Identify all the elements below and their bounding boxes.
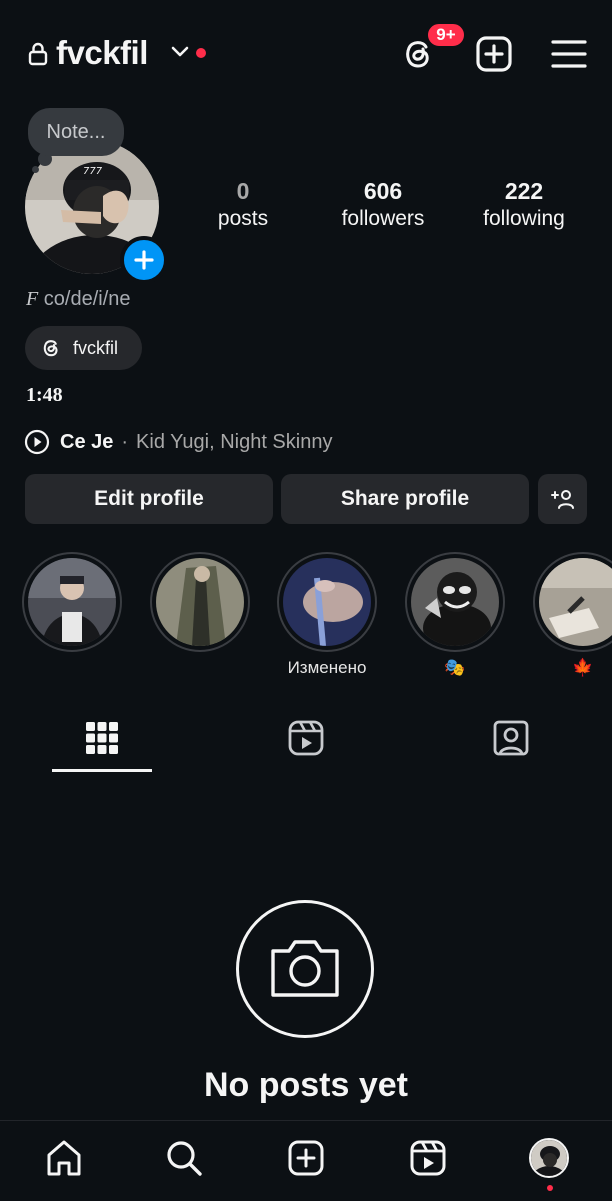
posts-stat: 0 posts — [173, 178, 313, 231]
highlight-label: 🎭 — [444, 658, 466, 677]
music-separator: · — [121, 430, 129, 453]
profile-notification-dot — [547, 1185, 553, 1191]
new-post-icon[interactable] — [474, 34, 514, 74]
note-bubble[interactable]: Note... — [28, 108, 124, 156]
posts-count: 0 — [236, 178, 250, 204]
highlight-cover — [539, 558, 612, 646]
profile-music[interactable]: Ce Je · Kid Yugi, Night Skinny — [24, 429, 332, 455]
highlight-cover — [28, 558, 116, 646]
song-artists: Kid Yugi, Night Skinny — [136, 430, 333, 453]
threads-icon — [43, 340, 58, 357]
tagged-tab-icon[interactable] — [491, 718, 531, 758]
search-icon[interactable] — [164, 1138, 204, 1178]
lock-icon — [28, 42, 48, 66]
following-label: following — [483, 207, 565, 230]
reels-icon[interactable] — [408, 1138, 448, 1178]
home-icon[interactable] — [44, 1138, 84, 1178]
profile-username[interactable]: fvckfil — [56, 34, 148, 72]
highlight-label: Изменено — [287, 658, 367, 677]
empty-state-title: No posts yet — [203, 1066, 409, 1104]
highlight-label: 🍁 — [572, 658, 594, 677]
profile-display-name: F co/de/i/ne — [26, 288, 131, 311]
notification-badge: 9+ — [426, 22, 466, 48]
edit-profile-button[interactable]: Edit profile — [25, 474, 273, 524]
followers-label: followers — [341, 207, 425, 230]
play-circle-icon — [24, 429, 50, 455]
name-prefix: F — [26, 288, 39, 310]
add-person-icon — [550, 490, 574, 509]
reels-tab-icon[interactable] — [286, 718, 326, 758]
followers-stat[interactable]: 606 followers — [313, 178, 453, 231]
discover-people-button[interactable] — [538, 474, 587, 524]
chevron-down-icon[interactable] — [170, 44, 190, 60]
camera-icon — [271, 940, 339, 997]
story-highlight[interactable] — [533, 552, 612, 652]
profile-thumbnail — [531, 1140, 567, 1176]
following-stat[interactable]: 222 following — [454, 178, 594, 231]
plus-icon — [134, 250, 154, 270]
story-highlight[interactable] — [405, 552, 505, 652]
active-tab-indicator — [52, 769, 152, 772]
story-highlight[interactable] — [150, 552, 250, 652]
followers-count: 606 — [363, 178, 403, 204]
highlight-cover — [411, 558, 499, 646]
story-highlight[interactable] — [22, 552, 122, 652]
highlight-cover — [156, 558, 244, 646]
svg-text:777: 777 — [83, 166, 103, 177]
profile-nav-avatar[interactable] — [529, 1138, 569, 1178]
menu-icon[interactable] — [550, 36, 588, 72]
empty-camera-circle — [236, 900, 374, 1038]
following-count: 222 — [504, 178, 544, 204]
share-profile-button[interactable]: Share profile — [281, 474, 529, 524]
note-bubble-tail — [32, 166, 39, 173]
account-notification-dot — [196, 48, 206, 58]
grid-tab-icon[interactable] — [82, 718, 122, 758]
threads-handle: fvckfil — [73, 337, 118, 358]
name-rest: co/de/i/ne — [38, 288, 131, 310]
threads-profile-link[interactable]: fvckfil — [25, 326, 142, 370]
bio-text: 1:48 — [26, 384, 63, 406]
story-highlight[interactable] — [277, 552, 377, 652]
highlight-cover — [283, 558, 371, 646]
posts-label: posts — [217, 207, 269, 230]
song-title: Ce Je — [60, 430, 114, 453]
add-story-button[interactable] — [120, 236, 168, 284]
create-icon[interactable] — [286, 1138, 326, 1178]
